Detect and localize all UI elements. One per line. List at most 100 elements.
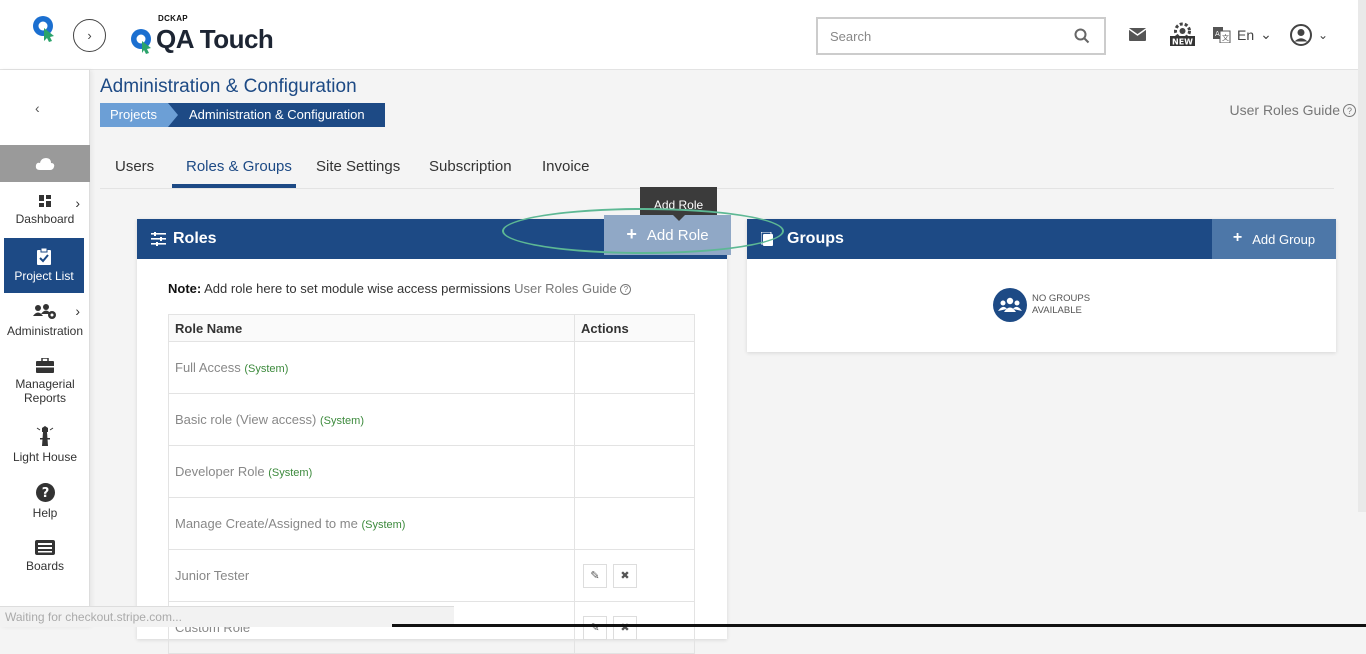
actions-cell [574,497,695,550]
brand-mark-icon [131,29,151,54]
role-name: Basic role (View access) [175,412,317,427]
breadcrumb-projects[interactable]: Projects [100,103,178,127]
highlight-ellipse [502,208,784,254]
system-tag: (System) [361,519,406,531]
svg-text:A: A [1215,30,1220,38]
sliders-icon [151,232,166,246]
guide-link-text: User Roles Guide [1229,102,1341,118]
table-row: Basic role (View access) (System) [168,393,695,446]
roles-table: Role Name Actions Full Access (System) B… [168,314,695,654]
groups-panel-header: Groups + Add Group [747,219,1336,259]
svg-text:?: ? [41,486,49,501]
briefcase-icon [36,358,54,373]
breadcrumb-current: Administration & Configuration [168,103,385,127]
role-name-cell: Manage Create/Assigned to me (System) [168,497,575,550]
active-tab-indicator [172,184,296,188]
dashboard-icon [38,195,51,207]
actions-cell [574,393,695,446]
no-groups-line1: NO GROUPS [1032,293,1091,304]
delete-icon[interactable]: ✖ [613,563,637,588]
sidebar-item-managerial-reports[interactable]: Managerial Reports [0,358,90,405]
table-row: Junior Tester ✎ ✖ [168,549,695,602]
column-actions: Actions [574,314,695,342]
chevron-down-icon: ⌄ [1260,26,1272,42]
tab-users[interactable]: Users [115,158,154,175]
help-icon: ? [35,483,55,502]
plus-icon: + [1232,229,1243,246]
new-features-icon[interactable]: NEW [1169,21,1196,52]
actions-cell: ✎ ✖ [574,601,695,654]
sidebar-item-boards[interactable]: Boards [0,540,90,573]
sidebar-toggle-button[interactable]: › [73,19,106,52]
chevron-right-icon: › [75,195,80,211]
sidebar-item-project-list[interactable]: Project List [4,238,84,293]
user-menu[interactable]: ⌄ [1290,24,1328,46]
search-input[interactable] [818,19,1058,53]
language-label: En [1237,26,1255,43]
role-name-cell: Full Access (System) [168,341,575,394]
sidebar-item-label: Help [32,506,58,520]
sidebar: ‹ › Dashboard Project List › Administrat… [0,70,90,627]
system-tag: (System) [268,467,313,479]
roles-title: Roles [173,230,217,247]
add-group-button[interactable]: + Add Group [1212,219,1336,259]
role-name-cell: Basic role (View access) (System) [168,393,575,446]
sidebar-item-light-house[interactable]: Light House [0,426,90,464]
page-scrollbar[interactable] [1358,0,1366,512]
chevron-left-icon[interactable]: ‹ [35,100,40,116]
mail-icon[interactable] [1128,28,1147,46]
tab-bar: Users Roles & Groups Site Settings Subsc… [100,150,1334,189]
role-name-cell: Developer Role (System) [168,445,575,498]
qa-touch-logo-icon[interactable] [31,14,59,42]
system-tag: (System) [320,415,364,427]
translate-icon: A文 [1213,26,1231,43]
brand-small-text: DCKAP [158,14,188,23]
search-box [816,17,1106,55]
tab-site-settings[interactable]: Site Settings [316,158,400,175]
chevron-right-icon: › [75,303,80,319]
users-group-icon [993,288,1027,322]
note-guide-link[interactable]: User Roles Guide [514,281,617,296]
actions-cell: ✎ ✖ [574,549,695,602]
top-bar: › DCKAP QA Touch NEW A文 En ⌄ ⌄ [0,0,1366,70]
question-circle-icon: ? [620,284,632,295]
sidebar-item-label: Light House [12,450,78,464]
brand-name: QA Touch [156,24,274,54]
page-title: Administration & Configuration [100,76,357,97]
edit-icon[interactable]: ✎ [583,615,607,640]
clipboard-check-icon [37,248,51,265]
delete-icon[interactable]: ✖ [613,615,637,640]
search-icon[interactable] [1074,28,1090,49]
administration-users-gear-icon [33,304,56,319]
breadcrumb: Projects Administration & Configuration [100,103,385,127]
add-group-label: Add Group [1252,231,1316,247]
no-groups-line2: AVAILABLE [1032,305,1082,316]
edit-icon[interactable]: ✎ [583,563,607,588]
roles-note: Note: Add role here to set module wise a… [168,281,632,296]
sidebar-item-help[interactable]: ? Help [0,483,90,520]
sidebar-item-dashboard[interactable]: › Dashboard [0,195,90,226]
tab-invoice[interactable]: Invoice [542,158,590,175]
no-groups-message: NO GROUPS AVAILABLE [993,288,1090,322]
user-avatar-icon [1290,24,1312,46]
role-name: Full Access [175,360,241,375]
sidebar-item-label: Project List [14,269,74,283]
note-text: Add role here to set module wise access … [204,281,511,296]
sidebar-item-label: Administration [6,324,84,338]
svg-text:文: 文 [1222,33,1229,42]
cloud-icon [35,157,55,170]
user-roles-guide-link[interactable]: User Roles Guide? [1229,102,1356,118]
tab-subscription[interactable]: Subscription [429,158,512,175]
sidebar-item-administration[interactable]: › Administration [0,303,90,338]
system-tag: (System) [244,363,289,375]
tab-roles-groups[interactable]: Roles & Groups [186,158,292,175]
role-name: Manage Create/Assigned to me [175,516,358,531]
svg-text:NEW: NEW [1172,38,1193,47]
language-selector[interactable]: A文 En ⌄ [1213,26,1272,43]
browser-status-bar: Waiting for checkout.stripe.com... [0,606,454,627]
role-name-cell: Junior Tester [168,549,575,602]
workspace-cloud-button[interactable] [0,145,90,182]
roles-panel: Roles + Add Role Note: Add role here to … [137,215,731,654]
actions-cell [574,341,695,394]
role-name: Junior Tester [175,568,250,583]
